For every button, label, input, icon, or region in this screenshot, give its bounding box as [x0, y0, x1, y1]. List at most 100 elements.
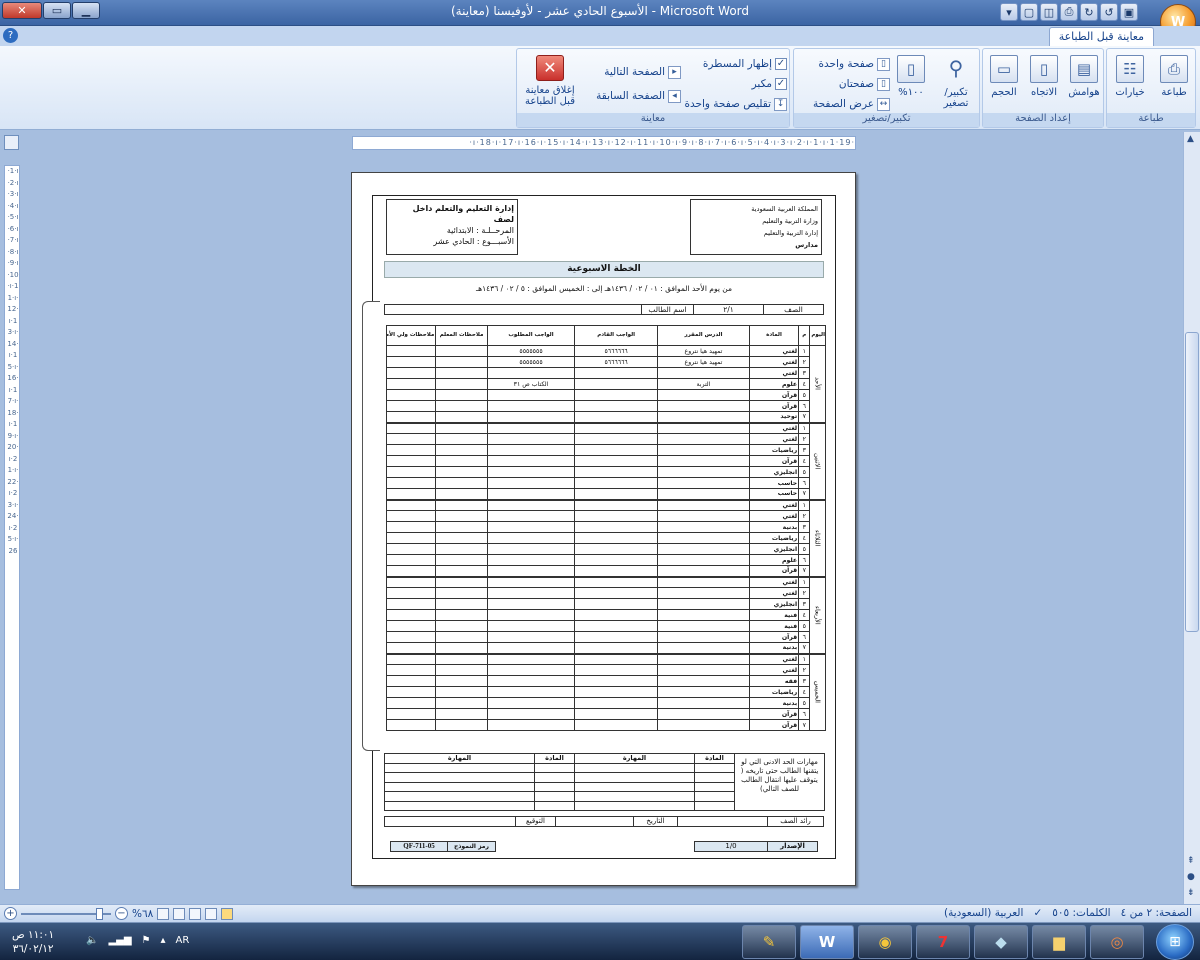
web-layout-view-icon[interactable] — [189, 907, 202, 920]
previous-page-icon[interactable]: ⇞ — [1187, 856, 1195, 866]
next-homework-cell — [574, 411, 659, 423]
table-row: الاثنين ١ لغتي — [385, 421, 826, 500]
skills-subject-cell — [694, 800, 735, 811]
show-ruler-checkbox[interactable]: ✓ إظهار المسطرة — [683, 55, 787, 73]
next-homework-cell — [574, 697, 659, 709]
notes-cell — [435, 444, 488, 456]
notes-cell — [435, 466, 488, 478]
scroll-thumb[interactable] — [1185, 332, 1199, 632]
clock[interactable]: ١١:٠١ ص ٣٦/٠٢/١٢ — [12, 928, 54, 956]
notes-cell — [385, 652, 437, 665]
title-bar: ✕ ▭ ▁ الأسبوع الحادي عشر - لأوفيسنا (معا… — [0, 0, 1200, 26]
subject-cell: لغتي — [748, 433, 800, 445]
orientation-button[interactable]: ▯ الاتجاه — [1023, 53, 1065, 111]
help-icon[interactable]: ? — [3, 28, 18, 43]
next-page-icon[interactable]: ⇟ — [1187, 888, 1195, 898]
period-number: ٢ — [798, 433, 811, 445]
notes-cell — [435, 587, 488, 599]
margins-button[interactable]: ▤ هوامش — [1063, 53, 1105, 111]
proofing-icon[interactable]: ✓ — [1033, 907, 1042, 919]
table-row: ٦ قرآن — [385, 400, 826, 412]
zoom-slider[interactable] — [21, 907, 111, 920]
one-page-button[interactable]: ▯ صفحة واحدة — [798, 55, 890, 73]
taskbar-word-icon[interactable]: W — [800, 925, 854, 959]
action-center-icon[interactable]: ⚑ — [142, 935, 151, 946]
taskbar-explorer-icon[interactable]: ▆ — [1032, 925, 1086, 959]
zoom-100-button[interactable]: ▯ %١٠٠ — [890, 53, 932, 111]
taskbar-chrome-icon[interactable]: ◎ — [1090, 925, 1144, 959]
subject-cell: لغتي — [748, 421, 800, 434]
zoom-button[interactable]: ⚲ تكبير/تصغير — [932, 53, 980, 111]
vertical-ruler[interactable]: ·1·ı·2·ı·3·ı·4·ı·5·ı·6·ı·7·ı·8·ı·9·ı·10·… — [4, 165, 20, 890]
table-row: ٣ بدنية — [385, 521, 826, 533]
vertical-scrollbar[interactable]: ▲ ⇞ ● ⇟ — [1183, 132, 1200, 904]
print-icon[interactable]: ⎙ — [1060, 3, 1078, 21]
required-homework-cell — [486, 587, 576, 599]
skills-subject-cell: المادة — [534, 753, 575, 764]
select-browse-object-icon[interactable]: ● — [1187, 872, 1195, 882]
horizontal-ruler[interactable]: ·19·ı·18·ı·17·ı·16·ı·15·ı·14·ı·13·ı·12·ı… — [352, 136, 856, 150]
tab-selector-button[interactable] — [4, 135, 19, 150]
print-layout-view-icon[interactable] — [221, 907, 234, 920]
outline-view-icon[interactable] — [173, 907, 186, 920]
taskbar-document-icon[interactable]: ◆ — [974, 925, 1028, 959]
language-bar[interactable]: AR — [176, 935, 190, 946]
reading-view-icon[interactable] — [205, 907, 218, 920]
customize-qat-icon[interactable]: ▾ — [1000, 3, 1018, 21]
draft-view-icon[interactable] — [157, 907, 170, 920]
word-count[interactable]: الكلمات: ٥٠٥ — [1052, 907, 1110, 919]
two-pages-button[interactable]: ▯ صفحتان — [798, 75, 890, 93]
shrink-one-page-button[interactable]: ↧ تقليص صفحة واحدة — [683, 95, 787, 113]
magnifier-checkbox[interactable]: ✓ مكبر — [683, 75, 787, 93]
period-number: ٦ — [798, 554, 811, 566]
next-page-button[interactable]: ▸ الصفحة التالية — [587, 63, 681, 81]
skills-skill-cell — [574, 800, 695, 811]
show-hidden-icons-icon[interactable]: ▴ — [161, 935, 166, 946]
page-width-button[interactable]: ↔ عرض الصفحة — [798, 95, 890, 113]
taskbar-app-icon[interactable]: ◉ — [858, 925, 912, 959]
taskbar-7zip-icon[interactable]: 7 — [916, 925, 970, 959]
tab-print-preview[interactable]: معاينة قبل الطباعة — [1048, 27, 1154, 46]
size-button[interactable]: ▭ الحجم — [983, 53, 1025, 111]
period-number: ٤ — [798, 455, 811, 467]
previous-page-button[interactable]: ◂ الصفحة السابقة — [587, 87, 681, 105]
notes-cell — [435, 477, 488, 489]
period-number: ٥ — [798, 466, 811, 478]
close-preview-button[interactable]: ✕ إغلاق معاينة قبل الطباعة — [519, 53, 581, 111]
options-button[interactable]: ☷ خيارات — [1109, 53, 1151, 111]
subject-cell: رياضيات — [748, 686, 800, 698]
zoom-out-icon[interactable]: − — [115, 907, 128, 920]
scroll-up-icon[interactable]: ▲ — [1187, 134, 1194, 144]
close-window-button[interactable]: ✕ — [2, 2, 42, 19]
language-indicator[interactable]: العربية (السعودية) — [944, 907, 1023, 919]
table-row: ٢ لغتي — [385, 587, 826, 599]
undo-icon[interactable]: ↺ — [1100, 3, 1118, 21]
period-number: ٣ — [798, 675, 811, 687]
required-homework-cell — [486, 488, 576, 500]
zoom-slider-thumb[interactable] — [96, 907, 103, 920]
minimize-button[interactable]: ▁ — [72, 2, 100, 19]
page-count[interactable]: الصفحة: ٢ من ٤ — [1121, 907, 1192, 919]
save-icon[interactable]: ▣ — [1120, 3, 1138, 21]
table-row: ٤ رياضيات — [385, 686, 826, 698]
maximize-button[interactable]: ▭ — [43, 2, 71, 19]
print-button[interactable]: ⎙ طباعة — [1153, 53, 1195, 111]
required-homework-cell — [486, 433, 576, 445]
next-homework-cell — [574, 675, 659, 687]
volume-icon[interactable]: 🔈 — [86, 935, 98, 946]
next-homework-cell — [574, 532, 659, 544]
subject-cell: انجليزي — [748, 543, 800, 555]
subject-cell: قرآن — [748, 389, 800, 401]
start-button[interactable]: ⊞ — [1156, 924, 1194, 960]
network-icon[interactable]: ▂▄▆ — [108, 935, 131, 946]
lesson-cell — [657, 686, 750, 698]
redo-icon[interactable]: ↻ — [1080, 3, 1098, 21]
subject-cell: بدنية — [748, 642, 800, 654]
open-icon[interactable]: ◫ — [1040, 3, 1058, 21]
plan-title: الخطة الاسبوعية — [384, 261, 824, 278]
zoom-in-icon[interactable]: + — [4, 907, 17, 920]
taskbar-paint-icon[interactable]: ✎ — [742, 925, 796, 959]
new-doc-icon[interactable]: ▢ — [1020, 3, 1038, 21]
table-row: ٢ لغتي — [385, 664, 826, 676]
zoom-level[interactable]: %٦٨ — [132, 908, 153, 920]
